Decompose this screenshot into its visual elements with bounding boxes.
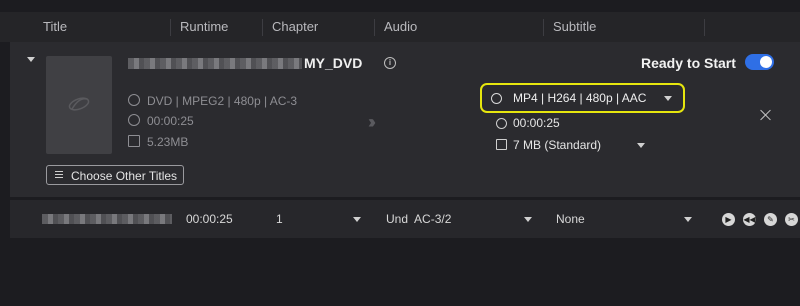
source-format-text: DVD | MPEG2 | 480p | AC-3: [147, 94, 298, 108]
header-divider: [374, 19, 375, 36]
info-icon[interactable]: i: [384, 57, 396, 69]
output-duration: 00:00:25: [513, 116, 560, 130]
table-row: 00:00:25 1 Und AC-3/2 None ▶ ◀◀ ✎ ✂: [10, 200, 800, 238]
output-size-select[interactable]: 7 MB (Standard): [513, 138, 645, 152]
chapter-select[interactable]: 1: [276, 212, 283, 226]
toggle-knob: [760, 56, 772, 68]
format-icon: [491, 93, 502, 104]
header-subtitle: Subtitle: [553, 19, 597, 34]
cut-icon[interactable]: ✂: [785, 213, 798, 226]
chapter-value: 1: [276, 212, 283, 226]
chevron-down-icon[interactable]: [524, 217, 532, 222]
thumbnail: [46, 56, 112, 154]
close-icon[interactable]: [760, 109, 772, 121]
clock-icon: [496, 118, 507, 129]
source-size-text: 5.23MB: [147, 135, 189, 149]
output-format-select[interactable]: MP4 | H264 | 480p | AAC: [480, 83, 685, 113]
header-runtime: Runtime: [180, 19, 229, 34]
audio-lang: Und: [386, 212, 409, 226]
clock-icon: [128, 114, 140, 126]
choose-other-titles-button[interactable]: Choose Other Titles: [46, 165, 184, 185]
disc-icon: [128, 94, 140, 106]
audio-select[interactable]: Und AC-3/2: [386, 212, 451, 226]
header-chapter: Chapter: [272, 19, 319, 34]
chevron-down-icon: [637, 143, 645, 148]
audio-codec: AC-3/2: [414, 212, 452, 226]
disc-logo-icon: [68, 97, 90, 111]
source-size: 5.23MB: [128, 135, 188, 149]
header-divider: [170, 19, 171, 36]
chevron-down-icon: [664, 96, 672, 101]
status-text: Ready to Start: [641, 55, 736, 71]
source-format: DVD | MPEG2 | 480p | AC-3: [128, 94, 297, 108]
ready-toggle[interactable]: [745, 54, 774, 70]
subtitle-value: None: [556, 212, 585, 226]
blurred-title: [42, 214, 172, 224]
subtitle-select[interactable]: None: [556, 212, 585, 226]
header-audio: Audio: [384, 19, 418, 34]
header-title: Title: [43, 19, 68, 34]
rewind-icon[interactable]: ◀◀: [743, 213, 756, 226]
header-divider: [704, 19, 705, 36]
file-icon: [128, 135, 140, 147]
output-size-value: 7 MB (Standard): [513, 138, 602, 152]
title-panel: MY_DVD i DVD | MPEG2 | 480p | AC-3 00:00…: [10, 42, 800, 197]
play-icon[interactable]: ▶: [722, 213, 735, 226]
header-divider: [543, 19, 544, 36]
output-format-value: MP4 | H264 | 480p | AAC: [513, 91, 647, 105]
choose-other-titles-label: Choose Other Titles: [71, 169, 178, 183]
edit-icon[interactable]: ✎: [764, 213, 777, 226]
source-duration: 00:00:25: [128, 114, 194, 128]
header-divider: [262, 19, 263, 36]
column-header: Title Runtime Chapter Audio Subtitle: [0, 12, 800, 42]
list-icon: [55, 171, 63, 179]
blurred-title-prefix: [128, 58, 302, 69]
title-name: MY_DVD: [304, 55, 363, 71]
chevron-down-icon[interactable]: [684, 217, 692, 222]
file-icon: [496, 139, 507, 150]
collapse-caret-icon[interactable]: [27, 57, 35, 62]
row-runtime: 00:00:25: [186, 212, 233, 226]
chevron-down-icon[interactable]: [353, 217, 361, 222]
source-duration-text: 00:00:25: [147, 114, 194, 128]
